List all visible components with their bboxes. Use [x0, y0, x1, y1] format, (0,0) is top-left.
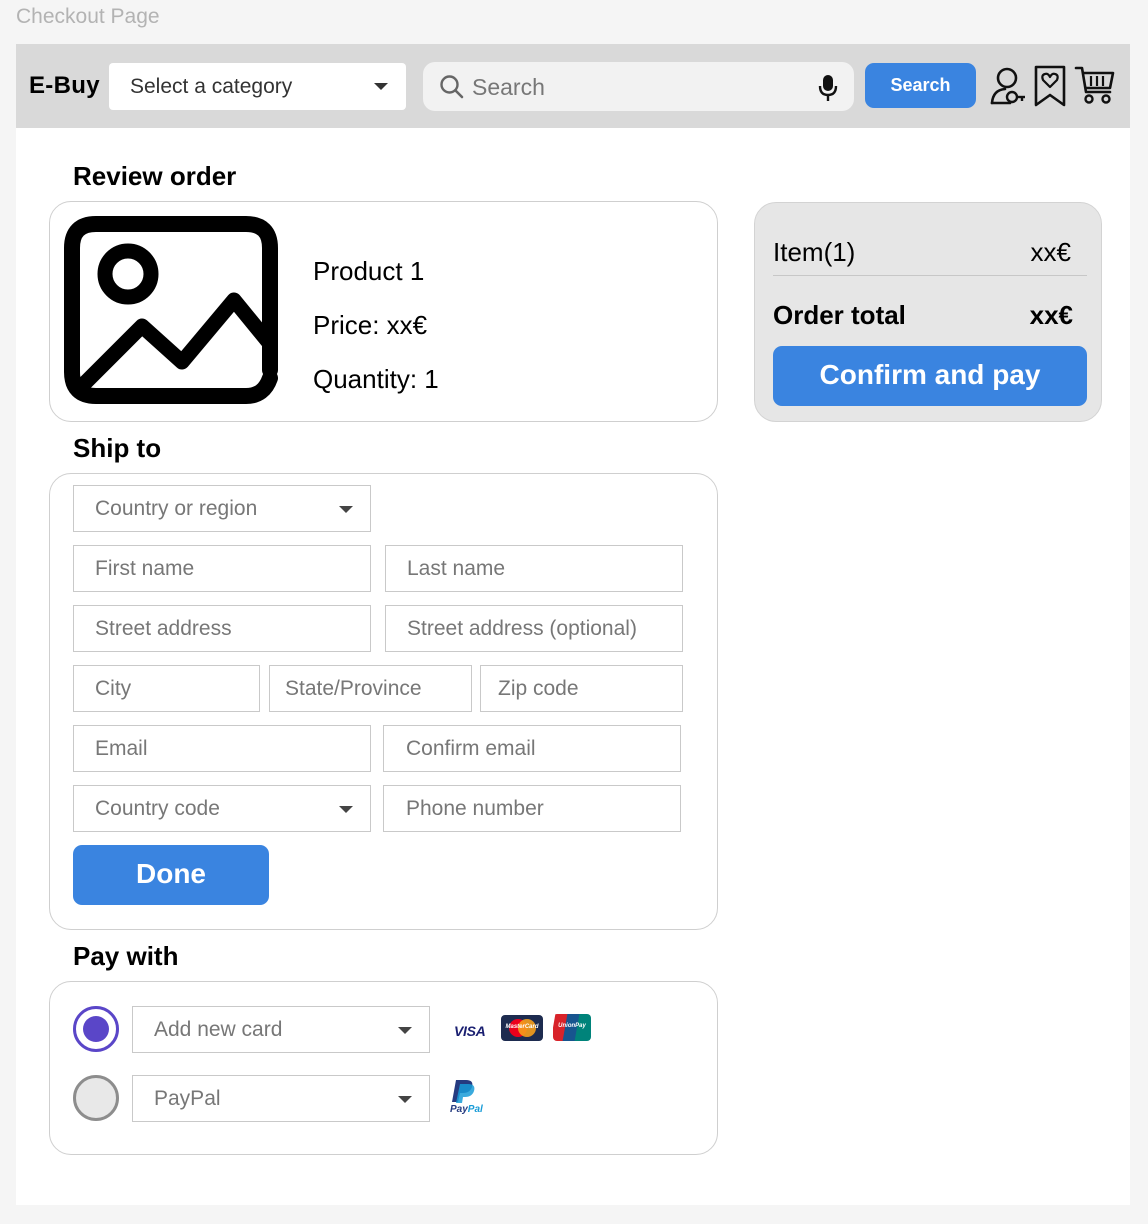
wishlist-icon[interactable]	[1033, 64, 1067, 108]
order-total-value: xx€	[1029, 300, 1073, 330]
zip-code-placeholder: Zip code	[498, 677, 579, 700]
microphone-icon[interactable]	[818, 74, 838, 102]
last-name-placeholder: Last name	[407, 557, 506, 580]
card-select[interactable]: Add new card	[132, 1006, 430, 1053]
confirm-and-pay-button[interactable]: Confirm and pay	[773, 346, 1087, 406]
city-placeholder: City	[95, 677, 132, 700]
street-address-optional-placeholder: Street address (optional)	[407, 617, 637, 640]
search-input[interactable]: Search	[423, 62, 854, 111]
top-bar: E-Buy Select a category Search Search	[16, 44, 1130, 128]
product-name: Product 1	[313, 256, 425, 286]
category-select[interactable]: Select a category	[109, 63, 406, 110]
search-icon	[440, 75, 464, 99]
order-total-label: Order total	[773, 300, 906, 330]
country-region-select[interactable]: Country or region	[73, 485, 371, 532]
paypal-radio[interactable]	[73, 1075, 119, 1121]
summary-divider	[773, 275, 1087, 276]
phone-number-field[interactable]: Phone number	[383, 785, 681, 832]
brand-logo[interactable]: E-Buy	[29, 72, 100, 100]
paypal-logo-text: PayPal	[450, 1104, 483, 1115]
phone-number-placeholder: Phone number	[406, 797, 544, 820]
paypal-p-icon	[452, 1080, 475, 1103]
email-field[interactable]: Email	[73, 725, 371, 772]
street-address-optional-field[interactable]: Street address (optional)	[385, 605, 683, 652]
chevron-down-icon	[398, 1027, 412, 1034]
first-name-field[interactable]: First name	[73, 545, 371, 592]
confirm-email-field[interactable]: Confirm email	[383, 725, 681, 772]
email-placeholder: Email	[95, 737, 148, 760]
paypal-select-label: PayPal	[154, 1087, 221, 1110]
state-province-field[interactable]: State/Province	[269, 665, 472, 712]
cart-icon[interactable]	[1074, 64, 1116, 106]
summary-item-row: Item(1) xx€	[773, 237, 1087, 268]
paypal-select[interactable]: PayPal	[132, 1075, 430, 1122]
state-province-placeholder: State/Province	[285, 677, 422, 700]
unionpay-logo: UnionPay	[553, 1014, 591, 1041]
visa-logo: VISA	[454, 1023, 486, 1039]
page-label: Checkout Page	[16, 5, 160, 28]
order-summary-panel: Item(1) xx€ Order total xx€ Confirm and …	[754, 202, 1102, 422]
review-order-card: Product 1 Price: xx€ Quantity: 1	[49, 201, 718, 422]
review-order-heading: Review order	[73, 161, 237, 191]
first-name-placeholder: First name	[95, 557, 195, 580]
paypal-logo: PayPal	[448, 1078, 483, 1115]
search-placeholder: Search	[472, 74, 545, 100]
country-code-select[interactable]: Country code	[73, 785, 371, 832]
ship-to-heading: Ship to	[73, 433, 162, 463]
summary-item-value: xx€	[1030, 237, 1071, 267]
street-address-field[interactable]: Street address	[73, 605, 371, 652]
pay-with-card: Add new card VISA MasterCard UnionPay Pa…	[49, 981, 718, 1155]
search-button[interactable]: Search	[865, 63, 976, 108]
summary-item-label: Item(1)	[773, 237, 856, 267]
pay-with-heading: Pay with	[73, 941, 179, 971]
country-code-label: Country code	[95, 797, 220, 820]
chevron-down-icon	[339, 806, 353, 813]
zip-code-field[interactable]: Zip code	[480, 665, 683, 712]
product-image-icon	[64, 216, 278, 404]
chevron-down-icon	[398, 1096, 412, 1103]
card-select-label: Add new card	[154, 1018, 283, 1041]
account-icon[interactable]	[990, 66, 1028, 106]
confirm-email-placeholder: Confirm email	[406, 737, 536, 760]
checkout-frame: E-Buy Select a category Search Search Re…	[16, 44, 1130, 1205]
city-field[interactable]: City	[73, 665, 260, 712]
country-region-label: Country or region	[95, 497, 258, 520]
unionpay-logo-text: UnionPay	[558, 1023, 586, 1029]
chevron-down-icon	[374, 83, 388, 90]
done-button[interactable]: Done	[73, 845, 269, 905]
chevron-down-icon	[339, 506, 353, 513]
mastercard-logo: MasterCard	[501, 1015, 543, 1041]
mastercard-logo-text: MasterCard	[505, 1024, 539, 1030]
card-radio-selected[interactable]	[73, 1006, 119, 1052]
street-address-placeholder: Street address	[95, 617, 232, 640]
product-quantity: Quantity: 1	[313, 364, 439, 394]
summary-total-row: Order total xx€	[773, 300, 1087, 331]
last-name-field[interactable]: Last name	[385, 545, 683, 592]
ship-to-card: Country or region First name Last name S…	[49, 473, 718, 930]
product-price: Price: xx€	[313, 310, 428, 340]
category-select-label: Select a category	[130, 75, 293, 98]
